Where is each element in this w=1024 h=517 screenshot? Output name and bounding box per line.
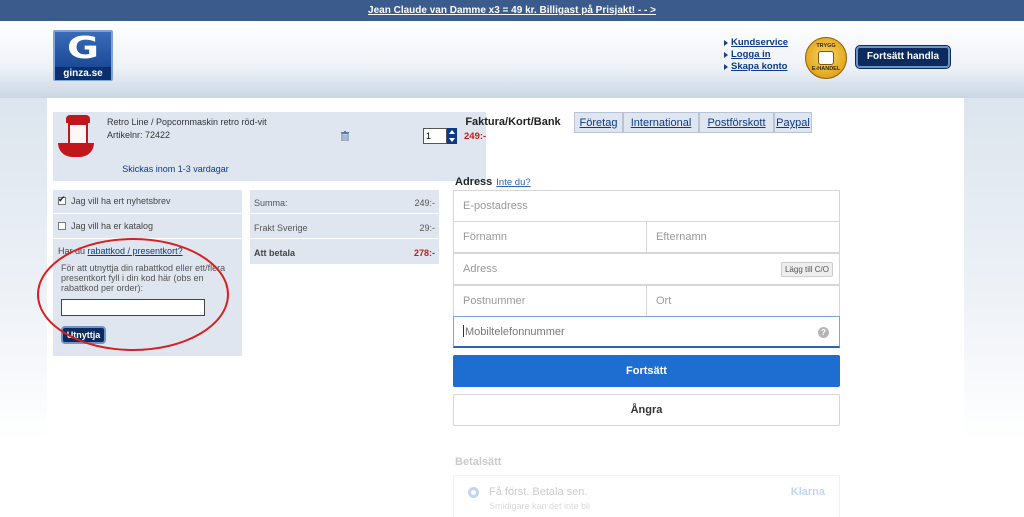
add-co-button[interactable]: Lägg till C/O	[780, 262, 833, 277]
tab-invoice-card-bank[interactable]: Faktura/Kort/Bank	[453, 112, 573, 133]
top-links: Kundservice Logga in Skapa konto	[724, 37, 788, 73]
klarna-logo: Klarna	[790, 486, 825, 498]
logo-letter: G	[66, 31, 100, 66]
payment-option-subtitle: Smidigare kan det inte bli	[489, 501, 591, 511]
order-summary: Summa: 249:- Frakt Sverige 29:- Att betala…	[250, 190, 439, 264]
not-you-link[interactable]: Inte du?	[496, 177, 530, 188]
quantity-input[interactable]: 1	[423, 128, 447, 144]
ginza-logo[interactable]: G ginza.se	[53, 30, 113, 81]
address-title: Adress Inte du?	[455, 176, 531, 188]
tab-cash-on-delivery[interactable]: Postförskott	[699, 112, 774, 133]
catalog-label: Jag vill ha er katalog	[71, 221, 154, 231]
newsletter-label: Jag vill ha ert nyhetsbrev	[71, 196, 171, 206]
popcorn-machine-image[interactable]	[58, 115, 98, 159]
summary-row-total: Att betala 278:-	[254, 248, 435, 258]
create-account-link[interactable]: Skapa konto	[724, 61, 788, 73]
lastname-field[interactable]: Efternamn	[646, 221, 840, 253]
city-field[interactable]: Ort	[646, 285, 840, 317]
trygg-ehandel-badge[interactable]: TRYGG E-HANDEL	[805, 37, 847, 79]
continue-shopping-button[interactable]: Fortsätt handla	[856, 46, 950, 68]
header: G ginza.se Kundservice Logga in Skapa ko…	[0, 21, 1024, 98]
shipping-time: Skickas inom 1-3 vardagar	[122, 164, 229, 174]
cancel-button[interactable]: Ångra	[453, 394, 840, 426]
catalog-option[interactable]: Jag vill ha er katalog	[58, 221, 153, 231]
zip-field[interactable]: Postnummer	[453, 285, 647, 317]
payment-option-title: Få först. Betala sen.	[489, 486, 588, 498]
payment-title: Betalsätt	[455, 456, 502, 468]
catalog-checkbox[interactable]	[58, 222, 66, 230]
stepper-down-icon[interactable]	[449, 138, 455, 142]
customer-service-link[interactable]: Kundservice	[724, 37, 788, 49]
promo-link[interactable]: Jean Claude van Damme x3 = 49 kr. Billig…	[368, 5, 656, 16]
help-icon[interactable]: ?	[818, 327, 829, 338]
summary-row-subtotal: Summa: 249:-	[254, 198, 435, 208]
newsletter-checkbox[interactable]	[58, 194, 66, 205]
cart-item: Retro Line / Popcornmaskin retro röd-vit…	[53, 112, 486, 181]
address-field[interactable]: Adress Lägg till C/O	[453, 253, 840, 285]
annotation-ellipse	[37, 238, 229, 351]
payment-radio[interactable]	[468, 487, 479, 498]
trygg-top-text: TRYGG	[816, 43, 836, 49]
continue-button[interactable]: Fortsätt	[453, 355, 840, 387]
promo-bar: Jean Claude van Damme x3 = 49 kr. Billig…	[0, 0, 1024, 21]
product-name[interactable]: Retro Line / Popcornmaskin retro röd-vit	[107, 117, 267, 127]
logo-text: ginza.se	[55, 67, 111, 80]
product-article-number: Artikelnr: 72422	[107, 130, 171, 140]
trygg-bottom-text: E-HANDEL	[811, 66, 841, 72]
firstname-field[interactable]: Förnamn	[453, 221, 647, 253]
text-caret	[463, 325, 464, 337]
tab-company[interactable]: Företag	[574, 112, 623, 133]
email-field[interactable]: E-postadress	[453, 190, 840, 222]
tab-paypal[interactable]: Paypal	[774, 112, 812, 133]
newsletter-option[interactable]: Jag vill ha ert nyhetsbrev	[58, 194, 171, 206]
phone-field[interactable]: Mobiltelefonnummer ?	[453, 316, 840, 348]
lock-icon	[818, 51, 834, 65]
tab-international[interactable]: International	[623, 112, 699, 133]
login-link[interactable]: Logga in	[724, 49, 788, 61]
summary-row-shipping: Frakt Sverige 29:-	[254, 223, 435, 233]
payment-option-klarna[interactable]: Få först. Betala sen. Smidigare kan det …	[453, 475, 840, 517]
trash-icon[interactable]	[341, 131, 349, 141]
